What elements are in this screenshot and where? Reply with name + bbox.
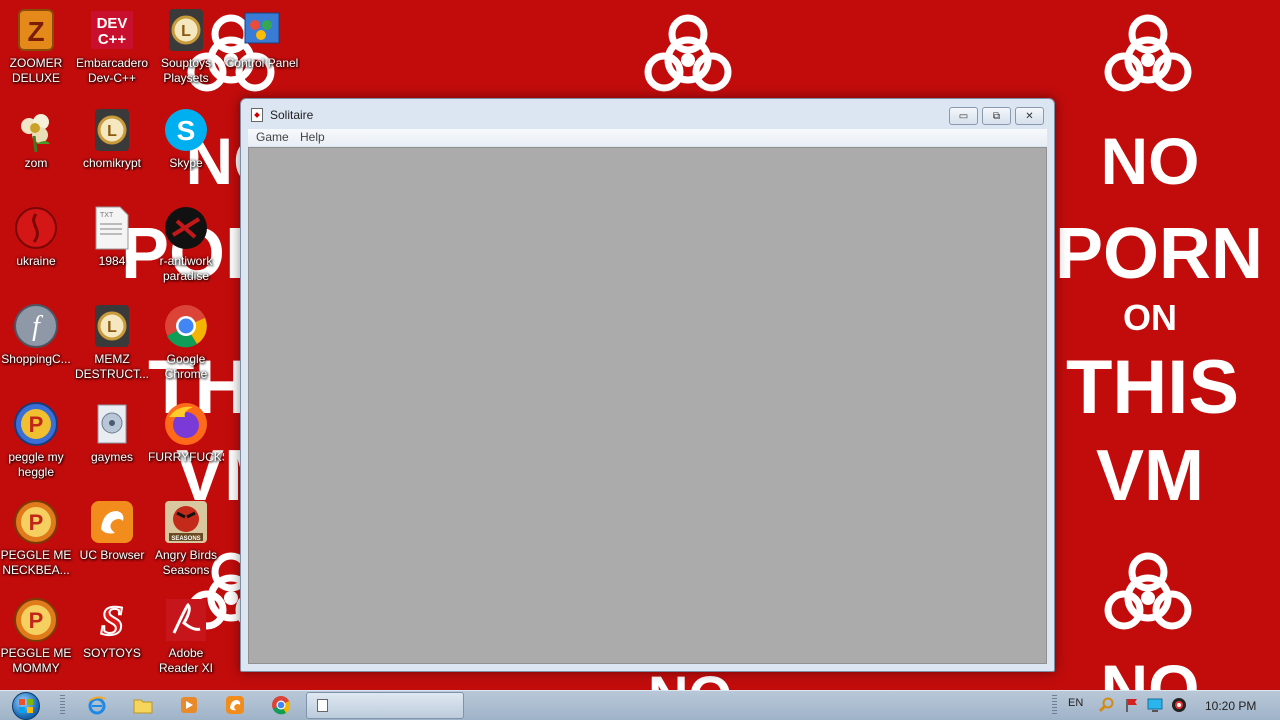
biohazard-icon [644, 14, 732, 92]
desktop-icon-ukraine[interactable]: ukraine [0, 204, 74, 269]
desktop-icon-memz-destruct[interactable]: L MEMZ DESTRUCT... [74, 302, 150, 382]
wallpaper-slogan-line: NO [1100, 124, 1200, 198]
biohazard-icon [1104, 552, 1192, 630]
close-button[interactable]: ✕ [1015, 107, 1044, 125]
menu-help[interactable]: Help [300, 130, 325, 144]
flag-tray-icon[interactable] [1124, 697, 1140, 713]
svg-text:L: L [107, 319, 117, 336]
tray-grip[interactable] [1052, 695, 1057, 715]
uc-browser-icon [226, 696, 244, 714]
chrome-icon [272, 696, 291, 715]
desktop-icon-uc-browser[interactable]: UC Browser [74, 498, 150, 563]
flash-icon: f [12, 302, 60, 350]
shortcut-l-icon: L [88, 302, 136, 350]
desktop-icon-soytoys[interactable]: S SOYTOYS [74, 596, 150, 661]
solitaire-app-icon [317, 699, 328, 712]
svg-text:S: S [100, 599, 123, 643]
svg-text:L: L [181, 23, 191, 40]
desktop-icon-gaymes[interactable]: gaymes [74, 400, 150, 465]
maximize-button[interactable]: ⧉ [982, 107, 1011, 125]
biohazard-icon [1104, 14, 1192, 92]
taskbar-task-solitaire[interactable] [306, 692, 464, 719]
desktop-icon-chomikrypt[interactable]: L chomikrypt [74, 106, 150, 171]
start-button[interactable] [8, 691, 44, 720]
desktop-icon-angry-birds-seasons[interactable]: SEASONS Angry Birds Seasons [148, 498, 224, 578]
black-circle-icon [162, 204, 210, 252]
taskbar-grip[interactable] [60, 695, 65, 715]
peggle-icon: P [12, 596, 60, 644]
volume-tray-icon[interactable] [1171, 697, 1187, 713]
desktop-icon-google-chrome[interactable]: Google Chrome [148, 302, 224, 382]
wallpaper-slogan-line: THIS [1065, 345, 1240, 430]
red-circle-icon [12, 204, 60, 252]
window-titlebar[interactable]: Solitaire ▭ ⧉ ✕ [241, 99, 1054, 129]
angry-birds-icon: SEASONS [162, 498, 210, 546]
desktop-icon-furryfucks[interactable]: FURRYFUCKS [148, 400, 224, 465]
skype-icon: S [162, 106, 210, 154]
solitaire-window[interactable]: Solitaire ▭ ⧉ ✕ Game Help [240, 98, 1055, 672]
shortcut-l-icon: L [162, 6, 210, 54]
windows-logo-icon [12, 692, 40, 720]
wallpaper-slogan-line: VM [1096, 436, 1204, 516]
svg-text:L: L [107, 123, 117, 140]
taskbar-internet-explorer[interactable] [81, 693, 113, 717]
svg-text:TXT: TXT [100, 212, 114, 219]
peggle-icon: P [12, 400, 60, 448]
media-player-icon [181, 697, 197, 713]
desktop-icon-zom[interactable]: zom [0, 106, 74, 171]
search-tray-icon[interactable] [1099, 697, 1115, 713]
svg-text:Z: Z [27, 16, 44, 47]
adobe-reader-icon [162, 596, 210, 644]
svg-text:P: P [29, 412, 44, 437]
language-indicator[interactable]: EN [1068, 697, 1083, 709]
taskbar-uc-browser[interactable] [219, 693, 251, 717]
desktop-icon-souptoys-playsets[interactable]: L Souptoys Playsets [148, 6, 224, 86]
desktop-icon-control-panel[interactable]: Control Panel [224, 6, 300, 71]
svg-text:S: S [177, 115, 196, 146]
solitaire-app-icon [251, 108, 263, 122]
control-panel-icon [238, 6, 286, 54]
devcpp-icon: DEV C++ [88, 6, 136, 54]
monitor-tray-icon[interactable] [1147, 697, 1163, 713]
text-file-icon: TXT [88, 204, 136, 252]
taskbar-explorer[interactable] [127, 693, 159, 717]
peggle-icon: P [12, 498, 60, 546]
desktop-icon-skype[interactable]: S Skype [148, 106, 224, 171]
svg-text:C++: C++ [98, 31, 127, 48]
shortcut-l-icon: L [88, 106, 136, 154]
desktop-icon-zoomer-deluxe[interactable]: Z ZOOMER DELUXE [0, 6, 74, 86]
desktop-icon-peggle-me-mommy[interactable]: P PEGGLE ME MOMMY [0, 596, 74, 676]
desktop-icon-peggle-my-heggle[interactable]: P peggle my heggle [0, 400, 74, 480]
wallpaper-slogan-line: PORN [1054, 214, 1264, 294]
desktop-icon-r-antiwork-paradise[interactable]: r-antiwork paradise [148, 204, 224, 284]
folder-icon [88, 400, 136, 448]
svg-text:SEASONS: SEASONS [171, 536, 200, 542]
taskbar-chrome[interactable] [265, 693, 297, 717]
taskbar-clock[interactable]: 10:20 PM [1205, 699, 1256, 713]
taskbar-media-player[interactable] [173, 693, 205, 717]
desktop-icon-peggle-me-neckbea[interactable]: P PEGGLE ME NECKBEA... [0, 498, 74, 578]
desktop-icon-embarcadero-dev-cpp[interactable]: DEV C++ Embarcadero Dev-C++ [74, 6, 150, 86]
uc-browser-icon [88, 498, 136, 546]
internet-explorer-icon [88, 696, 106, 715]
wallpaper-slogan-line: ON [1123, 297, 1177, 338]
menu-bar: Game Help [248, 129, 1047, 146]
svg-text:P: P [29, 608, 44, 633]
zoomer-icon: Z [12, 6, 60, 54]
menu-game[interactable]: Game [256, 130, 289, 144]
svg-text:DEV: DEV [97, 15, 128, 32]
wallpaper-bottom-text: NO [1100, 651, 1200, 690]
minimize-button[interactable]: ▭ [949, 107, 978, 125]
flower-icon [12, 106, 60, 154]
game-area[interactable] [248, 147, 1047, 664]
svg-text:P: P [29, 510, 44, 535]
desktop-icon-adobe-reader-xi[interactable]: Adobe Reader XI [148, 596, 224, 676]
explorer-icon [133, 699, 153, 714]
desktop-icon-shoppingc[interactable]: f ShoppingC... [0, 302, 74, 367]
window-title: Solitaire [270, 108, 314, 122]
desktop-icon-1984[interactable]: TXT 1984 [74, 204, 150, 269]
firefox-icon [162, 400, 210, 448]
soytoys-icon: S [88, 596, 136, 644]
chrome-icon [162, 302, 210, 350]
